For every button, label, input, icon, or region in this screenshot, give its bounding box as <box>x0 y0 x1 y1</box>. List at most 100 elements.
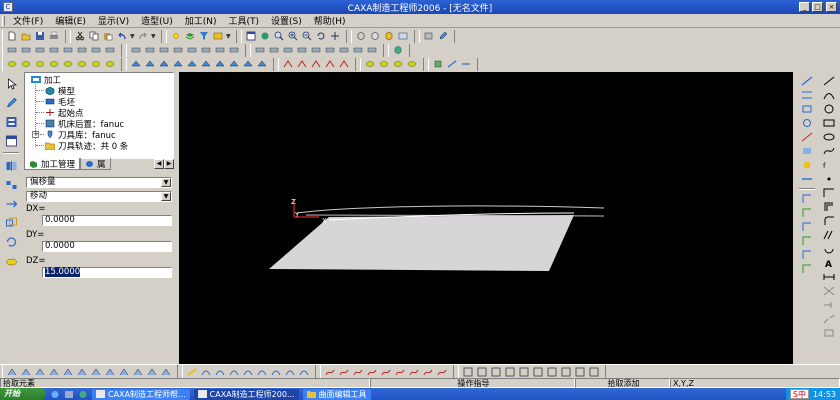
tree-node-model[interactable]: 模型 <box>45 85 75 97</box>
curve-tool-13-icon[interactable] <box>186 45 198 56</box>
line-icon[interactable] <box>822 75 836 87</box>
paste-icon[interactable] <box>102 31 114 42</box>
right-tool-7-icon[interactable] <box>800 159 814 171</box>
bottom-tool-14-icon[interactable] <box>200 366 212 377</box>
machining-tool-4-icon[interactable] <box>48 59 60 70</box>
rotate-object-icon[interactable] <box>3 234 19 249</box>
tab-scroll-right-icon[interactable]: ▶ <box>164 159 174 169</box>
machining-tool-10-icon[interactable] <box>144 59 156 70</box>
machining-tool-5-icon[interactable] <box>62 59 74 70</box>
right-tool-5-icon[interactable] <box>800 131 814 143</box>
bottom-tool-24-icon[interactable] <box>352 366 364 377</box>
bottom-tool-16-icon[interactable] <box>228 366 240 377</box>
bottom-tool-8-icon[interactable] <box>104 366 116 377</box>
right-tool-4-icon[interactable] <box>800 117 814 129</box>
fillet-icon[interactable] <box>822 215 836 227</box>
right-tool-9-icon[interactable] <box>800 193 814 205</box>
rectangle-icon[interactable] <box>822 117 836 129</box>
circle-icon[interactable] <box>822 103 836 115</box>
color-dropdown-icon[interactable]: ▼ <box>226 31 231 42</box>
print-icon[interactable] <box>48 31 60 42</box>
machining-tool-3-icon[interactable] <box>34 59 46 70</box>
curve-tool-10-icon[interactable] <box>144 45 156 56</box>
tree-node-tool-library[interactable]: 刀具库：fanuc <box>45 129 116 141</box>
bottom-tool-22-icon[interactable] <box>324 366 336 377</box>
bottom-tool-31-icon[interactable] <box>462 366 474 377</box>
menu-view[interactable]: 显示(V) <box>98 14 129 27</box>
curve-tool-4-icon[interactable] <box>48 45 60 56</box>
menu-help[interactable]: 帮助(H) <box>314 14 346 27</box>
machining-tool-8-icon[interactable] <box>104 59 116 70</box>
tree-view-icon[interactable] <box>3 114 19 129</box>
light-icon[interactable] <box>170 31 182 42</box>
right-tool-6-icon[interactable] <box>800 145 814 157</box>
taskbar-item-caxa[interactable]: CAXA制造工程师200... <box>193 388 299 400</box>
curve-tool-17-icon[interactable] <box>254 45 266 56</box>
text-icon[interactable]: A <box>822 257 836 269</box>
ime-indicator[interactable]: S中 <box>789 389 809 399</box>
offset-curve-icon[interactable] <box>822 201 836 213</box>
translate-icon[interactable] <box>3 196 19 211</box>
bottom-tool-2-icon[interactable] <box>20 366 32 377</box>
bottom-tool-28-icon[interactable] <box>408 366 420 377</box>
bottom-tool-33-icon[interactable] <box>490 366 502 377</box>
arc-icon[interactable] <box>822 89 836 101</box>
bottom-tool-21-icon[interactable] <box>298 366 310 377</box>
ie-browser-icon[interactable] <box>50 390 60 399</box>
machining-tool-15-icon[interactable] <box>214 59 226 70</box>
menu-machining[interactable]: 加工(N) <box>185 14 217 27</box>
bottom-tool-35-icon[interactable] <box>518 366 530 377</box>
machining-tool-29-icon[interactable] <box>446 59 458 70</box>
curve-tool-1-icon[interactable] <box>6 45 18 56</box>
tree-root-machining[interactable]: 加工 <box>31 74 61 86</box>
curve-tool-11-icon[interactable] <box>158 45 170 56</box>
undo-icon[interactable] <box>116 31 128 42</box>
menu-settings[interactable]: 设置(S) <box>271 14 302 27</box>
machining-tool-27-icon[interactable] <box>406 59 418 70</box>
cut-icon[interactable] <box>74 31 86 42</box>
right-tool-11-icon[interactable] <box>800 221 814 233</box>
curve-tool-24-icon[interactable] <box>352 45 364 56</box>
machining-tool-18-icon[interactable] <box>256 59 268 70</box>
maximize-button[interactable]: □ <box>812 2 823 12</box>
tree-node-blank[interactable]: 毛坯 <box>45 96 75 108</box>
curve-tool-8-icon[interactable] <box>104 45 116 56</box>
bottom-tool-17-icon[interactable] <box>242 366 254 377</box>
right-tool-10-icon[interactable] <box>800 207 814 219</box>
save-icon[interactable] <box>34 31 46 42</box>
menu-tools[interactable]: 工具(T) <box>229 14 260 27</box>
machining-tool-1-icon[interactable] <box>6 59 18 70</box>
ellipse-icon[interactable] <box>822 131 836 143</box>
select-arrow-icon[interactable] <box>3 76 19 91</box>
join-icon[interactable] <box>822 327 836 339</box>
menu-file[interactable]: 文件(F) <box>13 14 43 27</box>
color-icon[interactable] <box>212 31 224 42</box>
filter-icon[interactable] <box>198 31 210 42</box>
bottom-tool-23-icon[interactable] <box>338 366 350 377</box>
mirror-curve-icon[interactable] <box>822 243 836 255</box>
tree-node-machine-post[interactable]: 机床后置：fanuc <box>45 118 124 130</box>
extend-icon[interactable] <box>822 299 836 311</box>
bottom-tool-36-icon[interactable] <box>532 366 544 377</box>
chevron-down-icon[interactable]: ▼ <box>161 192 171 201</box>
machining-tool-14-icon[interactable] <box>200 59 212 70</box>
show-desktop-icon[interactable] <box>64 390 74 399</box>
machining-tool-9-icon[interactable] <box>130 59 142 70</box>
bottom-tool-25-icon[interactable] <box>366 366 378 377</box>
drawing-canvas[interactable]: Z Y X <box>179 72 793 364</box>
bottom-tool-10-icon[interactable] <box>132 366 144 377</box>
bottom-tool-26-icon[interactable] <box>380 366 392 377</box>
bottom-tool-39-icon[interactable] <box>574 366 586 377</box>
machining-tool-30-icon[interactable] <box>460 59 472 70</box>
menu-edit[interactable]: 编辑(E) <box>55 14 86 27</box>
close-button[interactable]: × <box>826 2 837 12</box>
undo-dropdown-icon[interactable]: ▼ <box>130 31 135 42</box>
view-window-icon[interactable] <box>245 31 257 42</box>
hatch-icon[interactable] <box>822 229 836 241</box>
bottom-tool-12-icon[interactable] <box>160 366 172 377</box>
curve-tool-5-icon[interactable] <box>62 45 74 56</box>
transform-mode-select[interactable]: 移动 ▼ <box>26 191 172 202</box>
machining-tool-13-icon[interactable] <box>186 59 198 70</box>
right-tool-3-icon[interactable] <box>800 103 814 115</box>
tab-scroll-left-icon[interactable]: ◀ <box>154 159 164 169</box>
